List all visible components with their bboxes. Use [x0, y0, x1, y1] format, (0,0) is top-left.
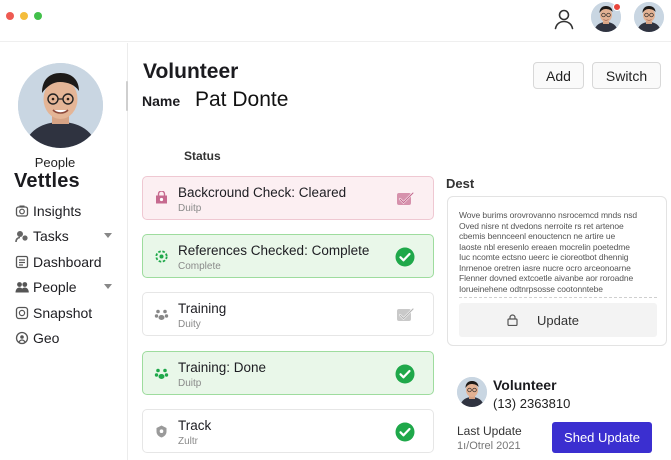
tasks-icon [15, 231, 28, 243]
status-item-title: References Checked: Complete [178, 243, 370, 258]
sidebar-item-tasks[interactable]: Tasks [0, 224, 128, 250]
status-item-training-done[interactable]: Training: Done Duitp [142, 351, 434, 395]
close-window-button[interactable] [6, 12, 14, 20]
switch-button[interactable]: Switch [592, 62, 661, 89]
sidebar-scrollbar[interactable] [126, 81, 128, 111]
sidebar-item-label: Dashboard [33, 253, 102, 270]
dest-update-button[interactable]: Update [459, 303, 657, 337]
dest-heading: Dest [446, 176, 475, 191]
check-circle-icon[interactable] [395, 364, 415, 384]
sidebar-nav: Insights Tasks Dashboard People Snapshot… [0, 198, 128, 351]
status-item-sub: Duity [178, 319, 201, 330]
sidebar-role: People [34, 155, 76, 170]
status-item-title: Backcround Check: Cleared [178, 185, 347, 200]
paw-icon [154, 309, 169, 320]
sidebar-item-label: People [33, 279, 77, 296]
brand-name: Vettles [14, 170, 80, 192]
status-item-sub: Duitp [178, 378, 202, 389]
sidebar-item-dashboard[interactable]: Dashboard [0, 249, 128, 275]
chevron-down-icon[interactable] [104, 232, 112, 238]
volunteer-name: Pat Donte [195, 88, 289, 111]
status-item-title: Training: Done [178, 360, 267, 375]
avatar[interactable] [634, 2, 664, 32]
last-update-label: Last Update [457, 424, 522, 438]
badge-icon [156, 425, 167, 438]
maximize-window-button[interactable] [34, 12, 42, 20]
add-button[interactable]: Add [533, 62, 584, 89]
sidebar-item-geo[interactable]: Geo [0, 326, 128, 352]
dest-line: Wove burims orovrovanno nsrocemcd mnds n… [459, 210, 637, 220]
check-circle-icon[interactable] [395, 422, 415, 442]
status-item-sub: Duitp [178, 203, 202, 214]
status-item-training[interactable]: Training Duity [142, 292, 434, 336]
geo-icon [15, 332, 29, 345]
dest-line: Oved nisre nt dvedons nerroite rs ret ar… [459, 220, 624, 231]
sidebar-item-label: Insights [33, 202, 82, 219]
gear-icon [155, 250, 168, 263]
status-heading: Status [184, 149, 221, 163]
sidebar: People Vettles Insights Tasks Dashboard … [0, 43, 128, 460]
dest-line: Iaoste nbl eresenlo ereaen mocrelin poet… [459, 241, 630, 252]
status-item-references[interactable]: References Checked: Complete Complete [142, 234, 434, 278]
insights-icon [15, 205, 29, 217]
sidebar-item-insights[interactable]: Insights [0, 198, 128, 224]
status-item-background-check[interactable]: Backcround Check: Cleared Duitp [142, 176, 434, 220]
dashboard-icon [15, 255, 29, 268]
sidebar-item-label: Geo [33, 330, 60, 347]
shield-icon [156, 191, 167, 204]
people-icon [15, 282, 29, 293]
status-item-sub: Complete [178, 261, 221, 272]
sidebar-item-snapshot[interactable]: Snapshot [0, 300, 128, 326]
avatar[interactable] [457, 377, 487, 407]
page-title: Volunteer [143, 60, 239, 83]
user-icon[interactable] [553, 8, 575, 30]
profile-avatar[interactable] [18, 63, 103, 148]
checkbox-check-icon[interactable] [395, 189, 415, 209]
status-item-title: Track [178, 418, 212, 433]
dest-line: Iorueinehene odtnrpsosse cootonntebe [459, 283, 603, 294]
notification-badge [613, 3, 621, 11]
divider [459, 297, 657, 298]
dest-line: Iuc ncomte ectsno ueerc ie cioreotbot dh… [459, 252, 629, 262]
checkbox-check-icon[interactable] [395, 305, 415, 325]
name-label: Name [142, 93, 181, 109]
last-update-date: 1ı/Otrel 2021 [457, 440, 521, 452]
dest-line: Flenner dovned extcoetle aivanbe aor ror… [459, 273, 634, 283]
minimize-window-button[interactable] [20, 12, 28, 20]
dest-line: cbemis bennceenl enouctencn ne artire ue [459, 231, 616, 241]
check-circle-icon[interactable] [395, 247, 415, 267]
sheet-update-button[interactable]: Shed Update [552, 422, 652, 453]
lock-icon [507, 314, 518, 326]
contact-phone: (13) 2363810 [493, 396, 571, 411]
sidebar-item-label: Tasks [33, 228, 69, 245]
dest-body: Wove burims orovrovanno nsrocemcd mnds n… [459, 210, 659, 294]
status-item-title: Training [178, 301, 227, 316]
status-item-track[interactable]: Track Zultr [142, 409, 434, 453]
dest-update-label: Update [537, 312, 579, 328]
snapshot-icon [15, 306, 29, 319]
dest-card: Wove burims orovrovanno nsrocemcd mnds n… [447, 196, 667, 346]
chevron-down-icon[interactable] [104, 283, 112, 289]
paw-icon [154, 368, 169, 379]
sidebar-item-label: Snapshot [33, 304, 93, 321]
contact-title: Volunteer [493, 377, 557, 393]
title-bar [0, 0, 671, 42]
sidebar-item-people[interactable]: People [0, 275, 128, 301]
dest-line: Inrnenoe oretren iasre nucre ocro arceon… [459, 262, 631, 273]
contact-card: Volunteer (13) 2363810 Last Update 1ı/Ot… [447, 363, 667, 460]
status-item-sub: Zultr [178, 436, 198, 447]
